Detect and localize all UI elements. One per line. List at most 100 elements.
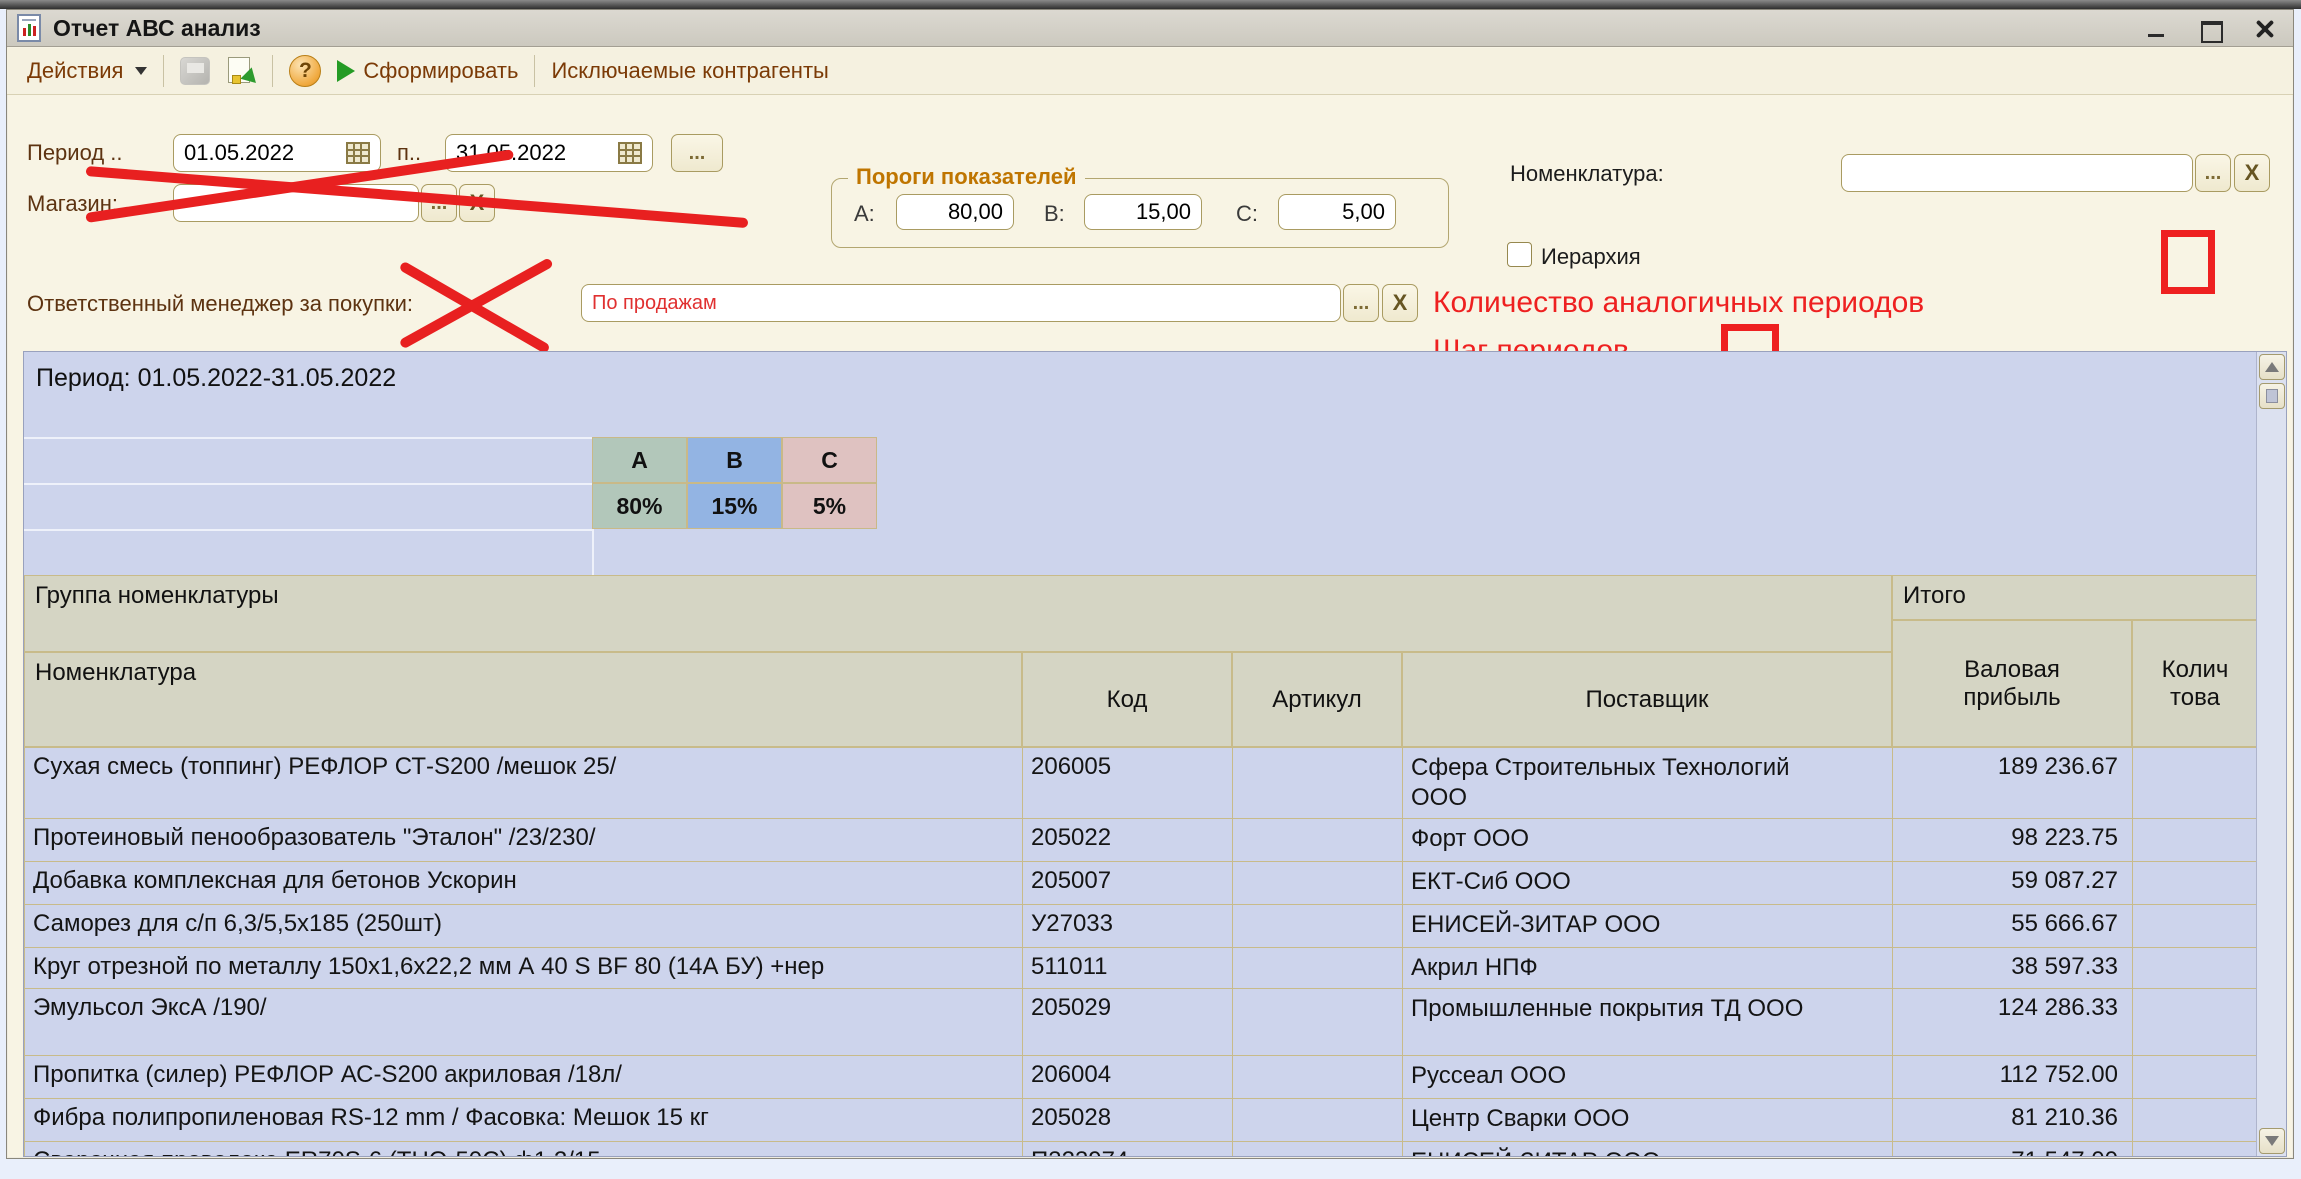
cell-article[interactable] [1233, 1099, 1403, 1142]
cell-quantity[interactable] [2133, 1142, 2259, 1158]
cell-quantity[interactable] [2133, 862, 2259, 905]
cell-supplier[interactable]: ЕКТ-Сиб ООО [1403, 862, 1893, 905]
cell-article[interactable] [1233, 989, 1403, 1056]
cell-name[interactable]: Пропитка (силер) РЕФЛОР АС-S200 акрилова… [25, 1056, 1023, 1099]
hierarchy-label: Иерархия [1541, 244, 1641, 270]
cell-supplier[interactable]: Форт ООО [1403, 819, 1893, 862]
cell-supplier[interactable]: Руссеал ООО [1403, 1056, 1893, 1099]
table-row[interactable]: Фибра полипропиленовая RS-12 mm / Фасовк… [25, 1099, 2259, 1142]
threshold-b-input[interactable]: 15,00 [1084, 194, 1202, 230]
maximize-icon[interactable] [2199, 17, 2223, 41]
scroll-down-button[interactable] [2259, 1128, 2285, 1154]
manager-clear-button[interactable]: X [1382, 284, 1418, 322]
cell-code[interactable]: 205022 [1023, 819, 1233, 862]
vertical-scrollbar[interactable] [2256, 352, 2286, 1156]
cell-profit[interactable]: 98 223.75 [1893, 819, 2133, 862]
cell-article[interactable] [1233, 905, 1403, 948]
scroll-marker-button[interactable] [2259, 383, 2285, 409]
cell-code[interactable]: 206004 [1023, 1056, 1233, 1099]
gridline [24, 529, 592, 531]
cell-supplier[interactable]: ЕНИСЕЙ-ЗИТАР ООО [1403, 1142, 1893, 1158]
cell-quantity[interactable] [2133, 989, 2259, 1056]
cell-name[interactable]: Саморез для с/п 6,3/5,5х185 (250шт) [25, 905, 1023, 948]
restore-values-button[interactable] [218, 52, 264, 90]
manager-input[interactable]: По продажам [581, 284, 1341, 322]
table-row[interactable]: Пропитка (силер) РЕФЛОР АС-S200 акрилова… [25, 1056, 2259, 1099]
cell-code[interactable]: 205007 [1023, 862, 1233, 905]
title-bar[interactable]: Отчет АВС анализ [7, 10, 2293, 47]
cell-code[interactable]: 511011 [1023, 948, 1233, 989]
cell-code[interactable]: 205028 [1023, 1099, 1233, 1142]
cell-quantity[interactable] [2133, 1056, 2259, 1099]
table-row[interactable]: Протеиновый пенообразователь "Эталон" /2… [25, 819, 2259, 862]
abc-a-header: A [592, 437, 687, 483]
save-values-button[interactable] [172, 52, 218, 90]
cell-supplier[interactable]: ЕНИСЕЙ-ЗИТАР ООО [1403, 905, 1893, 948]
cell-code[interactable]: П323974 [1023, 1142, 1233, 1158]
cell-name[interactable]: Фибра полипропиленовая RS-12 mm / Фасовк… [25, 1099, 1023, 1142]
nomenclature-clear-button[interactable]: X [2234, 154, 2270, 192]
period-from-input[interactable]: 01.05.2022 [173, 134, 381, 172]
screen: { "window": { "title": "Отчет АВС анализ… [0, 0, 2301, 1179]
calendar-icon[interactable] [346, 142, 370, 164]
cell-article[interactable] [1233, 819, 1403, 862]
cell-code[interactable]: У27033 [1023, 905, 1233, 948]
actions-menu-button[interactable]: Действия [19, 52, 155, 90]
cell-name[interactable]: Сухая смесь (топпинг) РЕФЛОР СТ-S200 /ме… [25, 748, 1023, 819]
report-area[interactable]: Период: 01.05.2022-31.05.2022 A B C 80% … [23, 351, 2287, 1157]
cell-supplier[interactable]: Акрил НПФ [1403, 948, 1893, 989]
threshold-c-input[interactable]: 5,00 [1278, 194, 1396, 230]
close-icon[interactable] [2253, 17, 2277, 41]
cell-supplier[interactable]: Промышленные покрытия ТД ООО [1403, 989, 1893, 1056]
cell-supplier[interactable]: Сфера Строительных Технологий ООО [1403, 748, 1893, 819]
scroll-up-button[interactable] [2259, 354, 2285, 380]
cell-code[interactable]: 205029 [1023, 989, 1233, 1056]
cell-name[interactable]: Добавка комплексная для бетонов Ускорин [25, 862, 1023, 905]
cell-name[interactable]: Эмульсол ЭксА /190/ [25, 989, 1023, 1056]
cell-article[interactable] [1233, 748, 1403, 819]
cell-quantity[interactable] [2133, 948, 2259, 989]
cell-profit[interactable]: 112 752.00 [1893, 1056, 2133, 1099]
calendar-icon[interactable] [618, 142, 642, 164]
threshold-a-input[interactable]: 80,00 [896, 194, 1014, 230]
cell-article[interactable] [1233, 948, 1403, 989]
cell-name[interactable]: Сварочная проволока ER70S-6 (THQ-50C) ф1… [25, 1142, 1023, 1158]
minimize-icon[interactable] [2145, 17, 2169, 41]
cell-profit[interactable]: 38 597.33 [1893, 948, 2133, 989]
cell-quantity[interactable] [2133, 1099, 2259, 1142]
abc-c-value: 5% [782, 483, 877, 529]
cell-name[interactable]: Протеиновый пенообразователь "Эталон" /2… [25, 819, 1023, 862]
hierarchy-checkbox[interactable] [1507, 242, 1532, 267]
nomenclature-input[interactable] [1841, 154, 2193, 192]
table-row[interactable]: Добавка комплексная для бетонов Ускорин … [25, 862, 2259, 905]
cell-profit[interactable]: 55 666.67 [1893, 905, 2133, 948]
cell-name[interactable]: Круг отрезной по металлу 150х1,6х22,2 мм… [25, 948, 1023, 989]
generate-button[interactable]: Сформировать [329, 52, 526, 90]
manager-select-button[interactable]: ... [1343, 284, 1379, 322]
help-button[interactable]: ? [281, 52, 329, 90]
cell-supplier[interactable]: Центр Сварки ООО [1403, 1099, 1893, 1142]
cell-quantity[interactable] [2133, 905, 2259, 948]
cell-article[interactable] [1233, 1142, 1403, 1158]
period-to-input[interactable]: 31.05.2022 [445, 134, 653, 172]
restore-values-icon [226, 56, 256, 86]
cell-profit[interactable]: 189 236.67 [1893, 748, 2133, 819]
cell-article[interactable] [1233, 1056, 1403, 1099]
nomenclature-select-button[interactable]: ... [2195, 154, 2231, 192]
cell-article[interactable] [1233, 862, 1403, 905]
table-row[interactable]: Эмульсол ЭксА /190/ 205029 Промышленные … [25, 989, 2259, 1056]
cell-quantity[interactable] [2133, 819, 2259, 862]
cell-profit[interactable]: 124 286.33 [1893, 989, 2133, 1056]
excluded-counterparties-button[interactable]: Исключаемые контрагенты [543, 52, 836, 90]
cell-code[interactable]: 206005 [1023, 748, 1233, 819]
cell-profit[interactable]: 59 087.27 [1893, 862, 2133, 905]
table-row[interactable]: Сварочная проволока ER70S-6 (THQ-50C) ф1… [25, 1142, 2259, 1158]
header-code: Код [1022, 652, 1232, 747]
table-row[interactable]: Круг отрезной по металлу 150х1,6х22,2 мм… [25, 948, 2259, 989]
period-more-button[interactable]: ... [671, 134, 723, 172]
cell-profit[interactable]: 81 210.36 [1893, 1099, 2133, 1142]
cell-quantity[interactable] [2133, 748, 2259, 819]
table-row[interactable]: Саморез для с/п 6,3/5,5х185 (250шт) У270… [25, 905, 2259, 948]
cell-profit[interactable]: 71 547.00 [1893, 1142, 2133, 1158]
table-row[interactable]: Сухая смесь (топпинг) РЕФЛОР СТ-S200 /ме… [25, 748, 2259, 819]
